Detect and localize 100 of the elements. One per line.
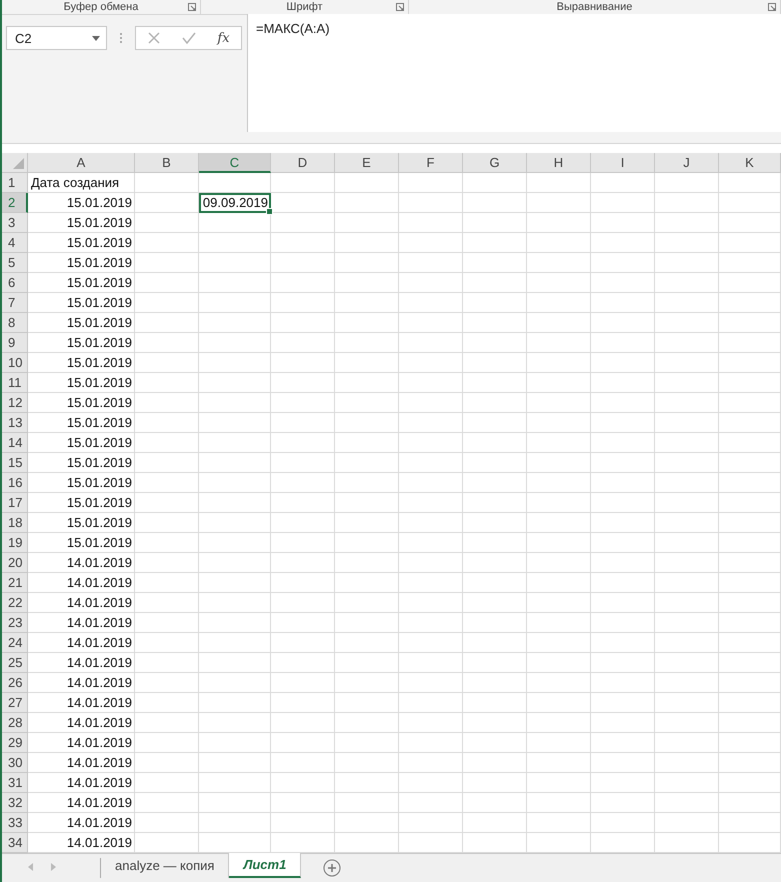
table-cell[interactable] — [335, 473, 399, 493]
table-cell[interactable] — [591, 673, 655, 693]
table-cell[interactable] — [199, 533, 271, 553]
table-cell[interactable] — [463, 253, 527, 273]
table-cell[interactable] — [335, 813, 399, 833]
table-cell[interactable] — [463, 553, 527, 573]
table-cell[interactable] — [463, 373, 527, 393]
table-cell[interactable] — [335, 593, 399, 613]
table-cell[interactable] — [135, 513, 199, 533]
row-header[interactable]: 33 — [2, 813, 28, 833]
table-cell[interactable] — [199, 573, 271, 593]
table-cell[interactable]: 14.01.2019 — [28, 733, 135, 753]
table-cell[interactable] — [655, 793, 719, 813]
table-cell[interactable] — [719, 293, 781, 313]
table-cell[interactable] — [199, 653, 271, 673]
table-cell[interactable] — [135, 693, 199, 713]
table-cell[interactable] — [719, 713, 781, 733]
table-cell[interactable]: 15.01.2019 — [28, 393, 135, 413]
row-header[interactable]: 30 — [2, 753, 28, 773]
table-cell[interactable]: 15.01.2019 — [28, 533, 135, 553]
table-cell[interactable] — [463, 813, 527, 833]
table-cell[interactable] — [527, 353, 591, 373]
row-header[interactable]: 2 — [2, 193, 28, 213]
row-header[interactable]: 1 — [2, 173, 28, 193]
table-cell[interactable] — [463, 273, 527, 293]
table-cell[interactable] — [271, 633, 335, 653]
table-cell[interactable] — [135, 313, 199, 333]
table-cell[interactable] — [527, 533, 591, 553]
table-cell[interactable] — [199, 813, 271, 833]
table-cell[interactable] — [463, 753, 527, 773]
table-cell[interactable] — [655, 193, 719, 213]
table-cell[interactable] — [719, 613, 781, 633]
table-cell[interactable] — [719, 653, 781, 673]
table-cell[interactable] — [591, 313, 655, 333]
table-cell[interactable] — [527, 293, 591, 313]
table-cell[interactable] — [655, 693, 719, 713]
row-header[interactable]: 11 — [2, 373, 28, 393]
table-cell[interactable] — [335, 533, 399, 553]
table-cell[interactable] — [135, 233, 199, 253]
table-cell[interactable] — [135, 713, 199, 733]
table-cell[interactable] — [719, 633, 781, 653]
table-cell[interactable] — [135, 733, 199, 753]
table-cell[interactable]: 15.01.2019 — [28, 473, 135, 493]
table-cell[interactable] — [199, 793, 271, 813]
table-cell[interactable] — [135, 533, 199, 553]
table-cell[interactable] — [335, 333, 399, 353]
table-cell[interactable] — [591, 333, 655, 353]
table-cell[interactable]: 15.01.2019 — [28, 493, 135, 513]
row-header[interactable]: 25 — [2, 653, 28, 673]
table-cell[interactable] — [527, 393, 591, 413]
table-cell[interactable]: 15.01.2019 — [28, 193, 135, 213]
table-cell[interactable] — [655, 773, 719, 793]
table-cell[interactable] — [591, 753, 655, 773]
table-cell[interactable]: 15.01.2019 — [28, 513, 135, 533]
table-cell[interactable]: 15.01.2019 — [28, 433, 135, 453]
row-header[interactable]: 19 — [2, 533, 28, 553]
table-cell[interactable] — [135, 673, 199, 693]
table-cell[interactable] — [655, 573, 719, 593]
table-cell[interactable] — [719, 773, 781, 793]
table-cell[interactable] — [335, 753, 399, 773]
table-cell[interactable]: 15.01.2019 — [28, 233, 135, 253]
table-cell[interactable]: 14.01.2019 — [28, 553, 135, 573]
table-cell[interactable]: 15.01.2019 — [28, 273, 135, 293]
table-cell[interactable] — [271, 313, 335, 333]
table-cell[interactable] — [463, 693, 527, 713]
table-cell[interactable] — [463, 793, 527, 813]
table-cell[interactable] — [719, 413, 781, 433]
table-cell[interactable] — [719, 253, 781, 273]
table-cell[interactable] — [655, 553, 719, 573]
scroll-right-icon[interactable] — [51, 863, 56, 871]
table-cell[interactable] — [591, 713, 655, 733]
table-cell[interactable] — [463, 213, 527, 233]
table-cell[interactable] — [271, 733, 335, 753]
table-cell[interactable] — [719, 733, 781, 753]
table-cell[interactable] — [719, 353, 781, 373]
table-cell[interactable] — [527, 333, 591, 353]
table-cell[interactable] — [335, 173, 399, 193]
table-cell[interactable] — [399, 573, 463, 593]
table-cell[interactable] — [335, 293, 399, 313]
table-cell[interactable] — [135, 453, 199, 473]
table-cell[interactable] — [335, 373, 399, 393]
table-cell[interactable] — [199, 713, 271, 733]
table-cell[interactable]: 14.01.2019 — [28, 813, 135, 833]
table-cell[interactable] — [199, 213, 271, 233]
table-cell[interactable] — [463, 773, 527, 793]
row-header[interactable]: 10 — [2, 353, 28, 373]
table-cell[interactable] — [135, 393, 199, 413]
table-cell[interactable] — [719, 573, 781, 593]
table-cell[interactable] — [591, 353, 655, 373]
table-cell[interactable] — [135, 493, 199, 513]
table-cell[interactable] — [655, 493, 719, 513]
table-cell[interactable] — [199, 633, 271, 653]
table-cell[interactable] — [527, 613, 591, 633]
table-cell[interactable] — [463, 353, 527, 373]
table-cell[interactable] — [719, 373, 781, 393]
table-cell[interactable] — [271, 413, 335, 433]
dropdown-caret-icon[interactable] — [92, 36, 100, 40]
insert-function-button[interactable]: fx — [212, 28, 234, 48]
table-cell[interactable] — [335, 193, 399, 213]
table-cell[interactable] — [271, 293, 335, 313]
